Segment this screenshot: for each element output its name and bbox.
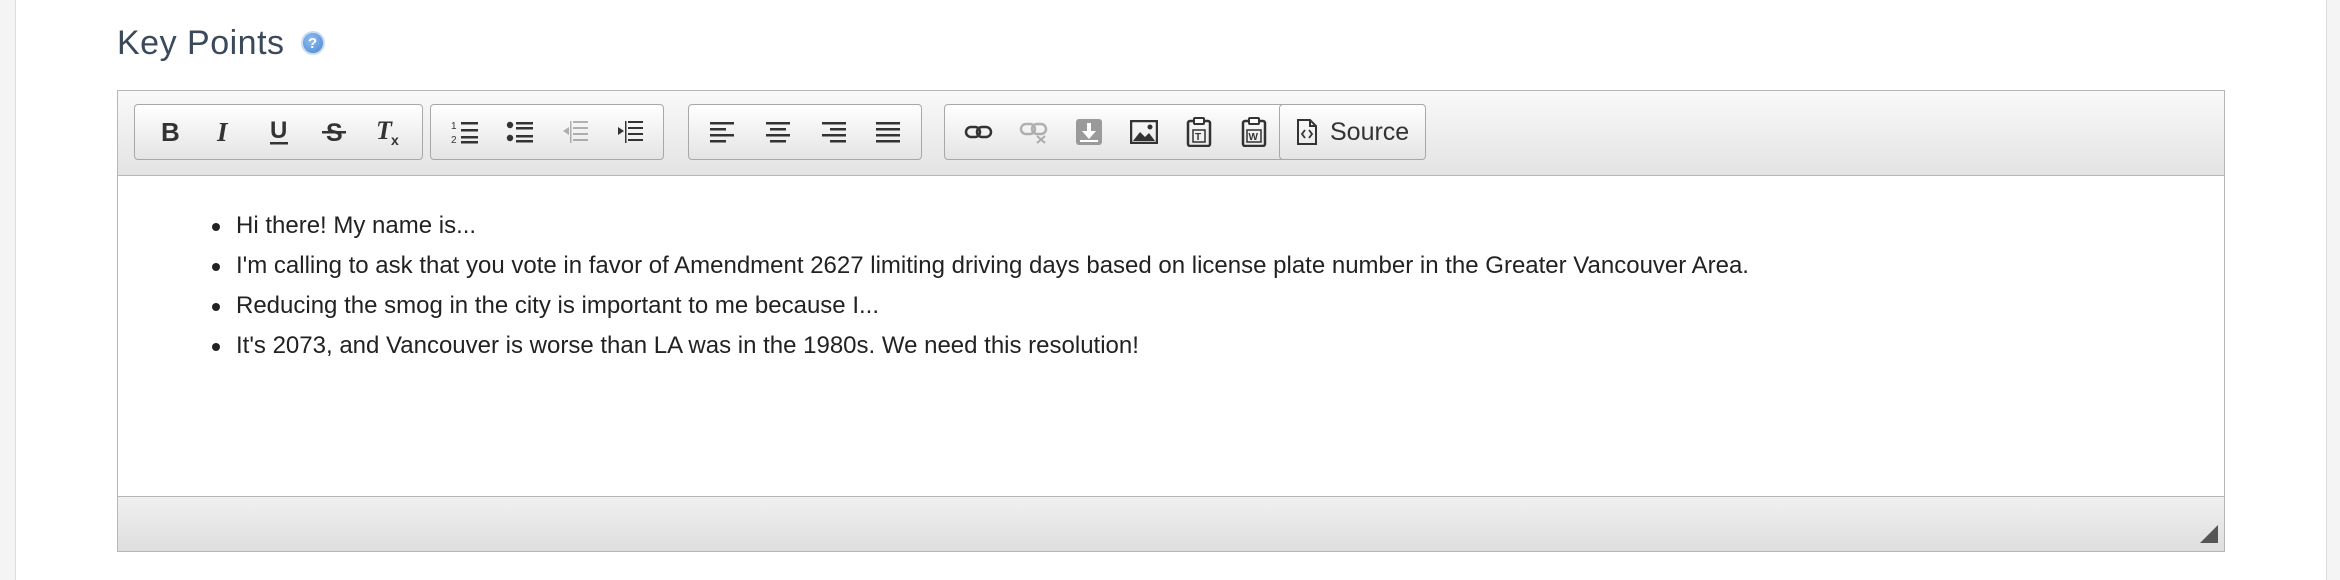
justify-button[interactable] [860, 108, 915, 156]
toolbar-group-insert: T W [944, 104, 1288, 160]
unlink-button[interactable] [1006, 108, 1061, 156]
list-item: I'm calling to ask that you vote in favo… [212, 246, 2224, 286]
editor-toolbar: B I U S Tx 1 2 T W Source [118, 91, 2224, 176]
section-title: Key Points [117, 23, 285, 62]
italic-icon: I [216, 119, 229, 145]
key-points-list: Hi there! My name is... I'm calling to a… [118, 206, 2224, 366]
numbered-list-icon: 1 2 [451, 121, 478, 145]
outdent-icon [562, 121, 588, 143]
outdent-button[interactable] [547, 108, 602, 156]
align-left-icon [709, 122, 734, 143]
svg-text:B: B [161, 119, 180, 145]
anchor-button[interactable] [1061, 108, 1116, 156]
toolbar-group-document: Source [1279, 104, 1427, 160]
editor-status-bar [118, 496, 2224, 551]
toolbar-group-basic-styles: B I U S Tx [134, 104, 423, 160]
bold-icon: B [161, 119, 180, 145]
resize-handle[interactable] [2200, 525, 2218, 543]
justify-icon [875, 122, 900, 143]
svg-text:T: T [1195, 132, 1201, 143]
source-button[interactable]: Source [1286, 108, 1419, 156]
bulleted-list-icon [506, 121, 533, 143]
paste-text-button[interactable]: T [1171, 108, 1226, 156]
list-item: It's 2073, and Vancouver is worse than L… [212, 326, 2224, 366]
svg-text:1: 1 [451, 121, 457, 132]
align-right-icon [821, 122, 846, 143]
numbered-list-button[interactable]: 1 2 [437, 108, 492, 156]
underline-icon: U [269, 118, 288, 145]
image-button[interactable] [1116, 108, 1171, 156]
bold-button[interactable]: B [141, 108, 196, 156]
align-center-button[interactable] [750, 108, 805, 156]
source-label: Source [1330, 117, 1410, 146]
indent-button[interactable] [602, 108, 657, 156]
rich-text-editor: B I U S Tx 1 2 T W Source Hi there! My n… [117, 90, 2225, 552]
link-button[interactable] [951, 108, 1006, 156]
bulleted-list-button[interactable] [492, 108, 547, 156]
svg-text:W: W [1248, 132, 1258, 143]
section-header: Key Points ? [117, 18, 325, 68]
image-icon [1129, 120, 1158, 144]
list-item: Reducing the smog in the city is importa… [212, 286, 2224, 326]
editor-content[interactable]: Hi there! My name is... I'm calling to a… [118, 176, 2224, 496]
svg-text:x: x [391, 132, 399, 147]
paste-word-button[interactable]: W [1226, 108, 1281, 156]
paste-text-icon: T [1186, 117, 1211, 147]
list-item: Hi there! My name is... [212, 206, 2224, 246]
svg-text:I: I [216, 119, 229, 145]
unlink-icon [1019, 122, 1047, 144]
svg-text:2: 2 [451, 135, 457, 145]
page-panel: Key Points ? B I U S Tx 1 2 T W Source H… [15, 0, 2327, 580]
help-icon[interactable]: ? [300, 31, 325, 55]
remove-format-button[interactable]: Tx [361, 108, 416, 156]
toolbar-group-align [688, 104, 922, 160]
link-icon [964, 125, 992, 139]
underline-button[interactable]: U [251, 108, 306, 156]
indent-icon [617, 121, 643, 143]
remove-format-icon: Tx [376, 117, 399, 147]
paste-word-icon: W [1241, 117, 1266, 147]
svg-text:U: U [270, 118, 287, 144]
align-right-button[interactable] [805, 108, 860, 156]
strikethrough-button[interactable]: S [306, 108, 361, 156]
anchor-icon [1075, 119, 1102, 145]
align-center-icon [765, 122, 790, 143]
strikethrough-icon: S [321, 119, 346, 145]
source-icon [1297, 119, 1317, 145]
toolbar-group-lists: 1 2 [430, 104, 664, 160]
italic-button[interactable]: I [196, 108, 251, 156]
align-left-button[interactable] [695, 108, 750, 156]
